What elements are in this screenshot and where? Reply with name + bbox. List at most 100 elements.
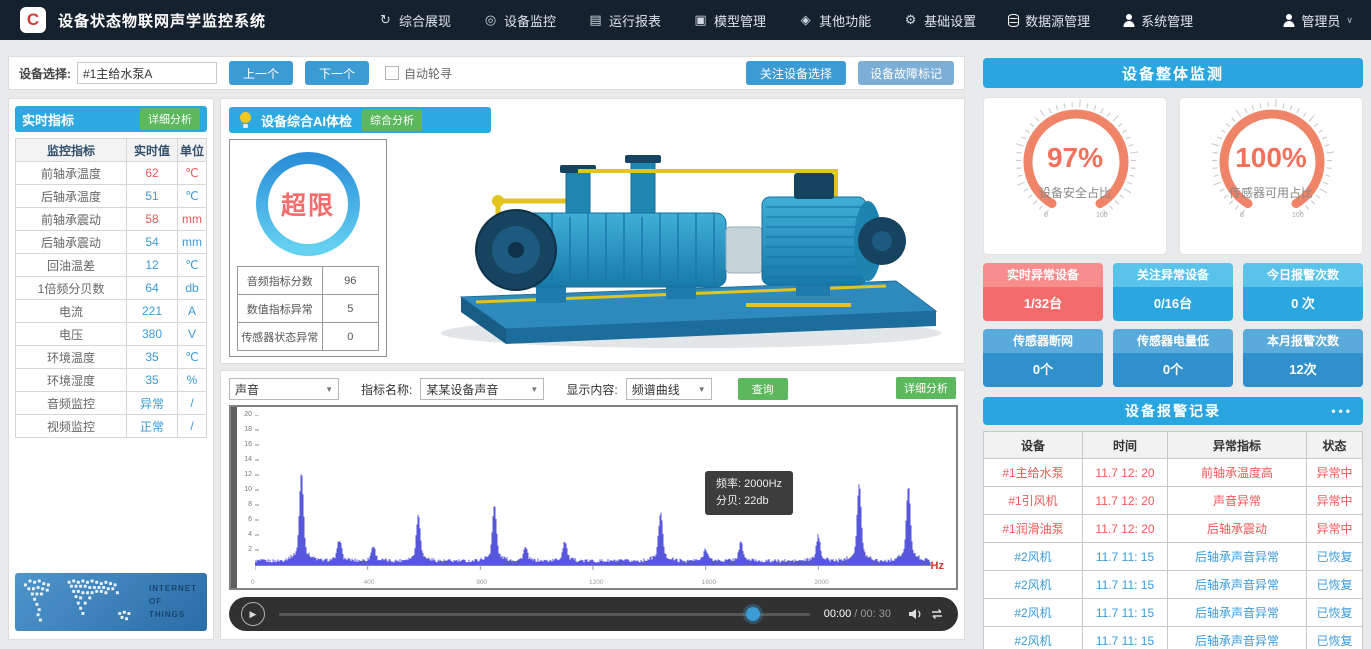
metric-value: 35 bbox=[127, 346, 178, 369]
comprehensive-analysis-button[interactable]: 综合分析 bbox=[362, 109, 422, 131]
pump-3d-image bbox=[416, 105, 961, 357]
alarm-row[interactable]: #2风机11.7 11: 15后轴承声音异常已恢复 bbox=[984, 571, 1363, 599]
spectrum-plot bbox=[255, 415, 931, 577]
ai-metric-row: 音频指标分数96 bbox=[238, 267, 379, 295]
seek-bar[interactable] bbox=[279, 613, 810, 616]
time-total: / 00: 30 bbox=[854, 608, 891, 620]
status-card[interactable]: 传感器电量低0个 bbox=[1113, 329, 1233, 387]
table-row: 前轴承温度62℃ bbox=[16, 162, 207, 185]
ai-metric-value: 0 bbox=[322, 323, 378, 351]
alarm-status: 异常中 bbox=[1307, 515, 1363, 543]
device-select-input[interactable] bbox=[77, 62, 217, 84]
user-menu[interactable]: 管理员 ∨ bbox=[1282, 11, 1353, 30]
chevron-down-icon: ▼ bbox=[698, 385, 706, 394]
realtime-table-header: 监控指标 实时值 单位 bbox=[16, 139, 207, 162]
x-axis-unit: Hz bbox=[931, 560, 944, 572]
alarm-device: #2风机 bbox=[984, 627, 1083, 649]
alarm-time: 11.7 12: 20 bbox=[1083, 515, 1168, 543]
alarm-time: 11.7 11: 15 bbox=[1083, 571, 1168, 599]
nav-item-monitor[interactable]: ◎设备监控 bbox=[483, 11, 556, 30]
svg-text:100: 100 bbox=[1096, 212, 1108, 219]
metric-name: 电压 bbox=[16, 323, 127, 346]
y-axis-tick: 12 bbox=[240, 471, 252, 478]
follow-device-button[interactable]: 关注设备选择 bbox=[746, 61, 846, 85]
y-axis-tick: 18 bbox=[240, 426, 252, 433]
alarm-row[interactable]: #1主给水泵11.7 12: 20前轴承温度高异常中 bbox=[984, 459, 1363, 487]
nav-item-settings[interactable]: ⚙基础设置 bbox=[903, 11, 976, 30]
metric-value: 64 bbox=[127, 277, 178, 300]
ai-metric-label: 音频指标分数 bbox=[238, 267, 323, 295]
tooltip-decibel: 分贝: 22db bbox=[716, 493, 782, 510]
metric-unit: mm bbox=[178, 208, 207, 231]
detail-analysis-button-2[interactable]: 详细分析 bbox=[896, 377, 956, 399]
alarm-device: #2风机 bbox=[984, 599, 1083, 627]
next-device-button[interactable]: 下一个 bbox=[305, 61, 369, 85]
alarm-status: 异常中 bbox=[1307, 459, 1363, 487]
y-axis-tick: 16 bbox=[240, 441, 252, 448]
gauge-value: 100% bbox=[1180, 142, 1362, 174]
status-card[interactable]: 今日报警次数0 次 bbox=[1243, 263, 1363, 321]
status-card-value: 0/16台 bbox=[1113, 287, 1233, 321]
metric-unit: ℃ bbox=[178, 185, 207, 208]
realtime-table-body: 前轴承温度62℃后轴承温度51℃前轴承震动58mm后轴承震动54mm回油温差12… bbox=[16, 162, 207, 438]
chart-tooltip: 频率: 2000Hz 分贝: 22db bbox=[705, 471, 793, 515]
status-card[interactable]: 实时异常设备1/32台 bbox=[983, 263, 1103, 321]
alarm-metric: 声音异常 bbox=[1168, 487, 1307, 515]
alarm-device: #2风机 bbox=[984, 543, 1083, 571]
x-axis-tick: 400 bbox=[364, 579, 375, 586]
audio-type-select[interactable]: 声音▼ bbox=[229, 378, 339, 400]
alarm-status: 已恢复 bbox=[1307, 543, 1363, 571]
nav-item-overview[interactable]: ↻综合展现 bbox=[378, 11, 451, 30]
play-button[interactable]: ▶ bbox=[241, 602, 265, 626]
status-card[interactable]: 本月报警次数12次 bbox=[1243, 329, 1363, 387]
auto-cycle-checkbox[interactable] bbox=[385, 66, 399, 80]
table-row: 视频监控正常/ bbox=[16, 415, 207, 438]
metric-name: 1倍频分贝数 bbox=[16, 277, 127, 300]
alarm-metric: 后轴承声音异常 bbox=[1168, 543, 1307, 571]
alarm-row[interactable]: #2风机11.7 11: 15后轴承声音异常已恢复 bbox=[984, 543, 1363, 571]
alarm-row[interactable]: #2风机11.7 11: 15后轴承声音异常已恢复 bbox=[984, 627, 1363, 649]
metric-name-select[interactable]: 某某设备声音▼ bbox=[420, 378, 544, 400]
x-axis-tick: 1200 bbox=[589, 579, 603, 586]
volume-icon[interactable] bbox=[907, 607, 924, 621]
nav-item-datasource[interactable]: 数据源管理 bbox=[1008, 11, 1090, 30]
nav-item-model[interactable]: ▣模型管理 bbox=[693, 11, 766, 30]
alarm-table-header: 设备 时间 异常指标 状态 bbox=[984, 432, 1363, 459]
alarm-time: 11.7 11: 15 bbox=[1083, 543, 1168, 571]
nav-item-other[interactable]: ◈其他功能 bbox=[798, 11, 871, 30]
nav-item-report[interactable]: ▤运行报表 bbox=[588, 11, 661, 30]
prev-device-button[interactable]: 上一个 bbox=[229, 61, 293, 85]
metric-value: 35 bbox=[127, 369, 178, 392]
display-content-select[interactable]: 频谱曲线▼ bbox=[626, 378, 712, 400]
x-axis-tick: 0 bbox=[251, 579, 255, 586]
y-axis-tick: 8 bbox=[240, 501, 252, 508]
metric-unit: ℃ bbox=[178, 254, 207, 277]
more-button[interactable]: ••• bbox=[1331, 397, 1353, 425]
nav-item-system[interactable]: 系统管理 bbox=[1122, 11, 1193, 30]
alarm-row[interactable]: #1润滑油泵11.7 12: 20后轴承震动异常中 bbox=[984, 515, 1363, 543]
metric-value: 正常 bbox=[127, 415, 178, 438]
fault-mark-button[interactable]: 设备故障标记 bbox=[858, 61, 954, 85]
metric-unit: ℃ bbox=[178, 346, 207, 369]
metric-value: 12 bbox=[127, 254, 178, 277]
metric-name: 环境温度 bbox=[16, 346, 127, 369]
metric-unit: db bbox=[178, 277, 207, 300]
realtime-panel-header: 实时指标 详细分析 bbox=[15, 106, 207, 132]
gauge-card-device-safety: 0100 97% 设备安全占比 bbox=[983, 97, 1167, 255]
status-card[interactable]: 传感器断网0个 bbox=[983, 329, 1103, 387]
status-card-title: 今日报警次数 bbox=[1243, 263, 1363, 287]
alarm-panel-title: 设备报警记录 bbox=[1125, 401, 1221, 421]
metric-name: 前轴承震动 bbox=[16, 208, 127, 231]
loop-icon[interactable] bbox=[928, 607, 946, 621]
user-gear-icon bbox=[1122, 14, 1135, 27]
ai-metric-value: 96 bbox=[322, 267, 378, 295]
metric-value: 58 bbox=[127, 208, 178, 231]
alarm-row[interactable]: #1引风机11.7 12: 20声音异常异常中 bbox=[984, 487, 1363, 515]
seek-handle[interactable] bbox=[746, 607, 760, 621]
status-card[interactable]: 关注异常设备0/16台 bbox=[1113, 263, 1233, 321]
query-button[interactable]: 查询 bbox=[738, 378, 788, 400]
detail-analysis-button[interactable]: 详细分析 bbox=[140, 108, 200, 130]
nav-item-label: 模型管理 bbox=[714, 11, 766, 30]
alarm-row[interactable]: #2风机11.7 11: 15后轴承声音异常已恢复 bbox=[984, 599, 1363, 627]
user-name: 管理员 bbox=[1301, 11, 1340, 30]
